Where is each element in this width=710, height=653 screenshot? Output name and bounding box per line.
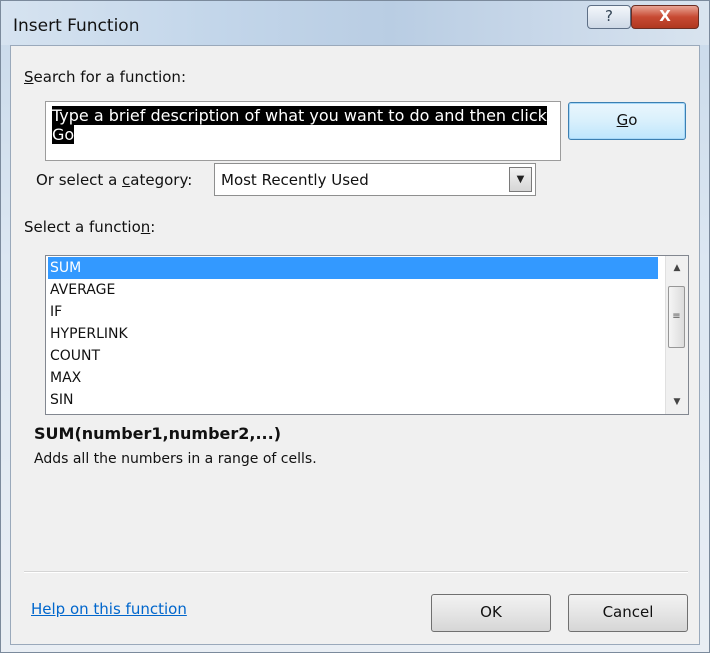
search-input[interactable]: Type a brief description of what you wan… <box>45 101 561 161</box>
list-item[interactable]: COUNT <box>48 345 658 367</box>
close-button[interactable]: X <box>631 5 699 29</box>
list-item[interactable]: SUM <box>48 257 658 279</box>
function-list[interactable]: SUM AVERAGE IF HYPERLINK COUNT MAX SIN ▲… <box>45 255 689 415</box>
list-item[interactable]: SIN <box>48 389 658 411</box>
question-icon: ? <box>605 7 613 25</box>
scroll-thumb[interactable]: ≡ <box>668 286 685 348</box>
category-selected-value: Most Recently Used <box>221 171 369 189</box>
list-item[interactable]: AVERAGE <box>48 279 658 301</box>
footer-divider <box>24 571 688 573</box>
insert-function-dialog: Insert Function ? X Search for a functio… <box>0 0 710 653</box>
close-icon: X <box>659 7 671 25</box>
list-scrollbar[interactable]: ▲ ≡ ▼ <box>665 256 688 414</box>
function-list-label: Select a function: <box>24 218 156 236</box>
help-on-function-link[interactable]: Help on this function <box>31 600 187 618</box>
cancel-button[interactable]: Cancel <box>568 594 688 632</box>
chevron-down-icon[interactable]: ▼ <box>509 167 532 192</box>
dialog-title: Insert Function <box>13 16 140 36</box>
category-select[interactable]: Most Recently Used ▼ <box>214 163 536 196</box>
search-label: Search for a function: <box>24 68 186 86</box>
search-input-text: Type a brief description of what you wan… <box>52 106 547 144</box>
category-label: Or select a category: <box>36 171 193 189</box>
scroll-up-icon[interactable]: ▲ <box>667 257 687 279</box>
go-button[interactable]: Go <box>568 102 686 140</box>
scroll-down-icon[interactable]: ▼ <box>667 391 687 413</box>
list-item[interactable]: IF <box>48 301 658 323</box>
list-item[interactable]: HYPERLINK <box>48 323 658 345</box>
function-signature: SUM(number1,number2,...) <box>34 424 282 443</box>
list-item[interactable]: MAX <box>48 367 658 389</box>
dialog-body: Search for a function: Type a brief desc… <box>10 45 700 645</box>
ok-button[interactable]: OK <box>431 594 551 632</box>
title-bar[interactable]: Insert Function ? X <box>1 1 709 45</box>
help-button[interactable]: ? <box>587 5 631 29</box>
function-description: Adds all the numbers in a range of cells… <box>34 451 317 467</box>
